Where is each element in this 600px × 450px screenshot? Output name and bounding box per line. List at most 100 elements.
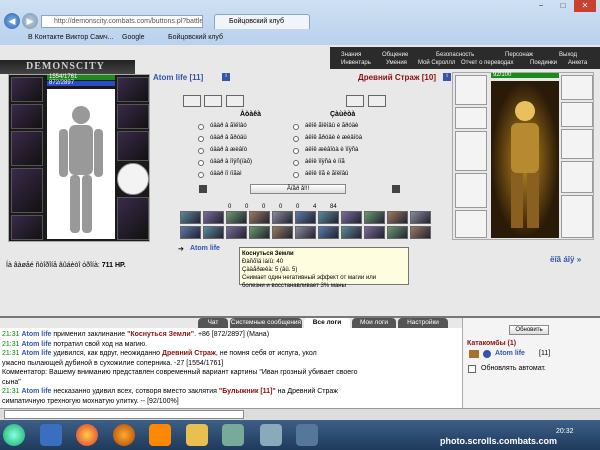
helmet-slot[interactable] (11, 77, 43, 102)
defense-radio-2[interactable] (293, 136, 299, 142)
tab-my-logs[interactable]: Мои логи (352, 318, 396, 328)
folder-icon[interactable] (186, 424, 208, 446)
menu-chat[interactable]: Общение (382, 52, 408, 58)
spell-slot-icon[interactable] (387, 226, 408, 239)
menu-transfers[interactable]: Отчет о переводах (461, 60, 514, 66)
enemy-gloves-slot[interactable] (561, 129, 593, 159)
menu-inventory[interactable]: Инвентарь (341, 60, 371, 66)
spell-slot-icon[interactable] (410, 226, 431, 239)
tab-system[interactable]: Системные сообщения (230, 318, 302, 328)
spell-slot-icon[interactable] (203, 226, 224, 239)
menu-battles[interactable]: Поединки (530, 60, 557, 66)
weapon-slot[interactable] (11, 131, 43, 166)
enemy-bracer-slot[interactable] (561, 102, 593, 127)
defense-radio-4[interactable] (293, 160, 299, 166)
attack-radio-legs[interactable] (198, 172, 204, 178)
attack-radio-chest[interactable] (198, 136, 204, 142)
enemy-boots-slot[interactable] (561, 195, 593, 238)
log-actor[interactable]: Atom life (21, 350, 51, 357)
window-icon[interactable] (296, 424, 318, 446)
defense-option-3[interactable]: áëîê æèâîòà è ïîÿñà (305, 147, 358, 153)
refresh-button[interactable]: Обновить (509, 325, 549, 335)
enemy-amulet-slot[interactable] (455, 107, 487, 129)
player-name[interactable]: Atom life [11] (153, 73, 203, 82)
ie-icon[interactable] (40, 424, 62, 446)
enemy-name[interactable]: Древний Страж [10] (358, 73, 436, 82)
spell-slot-icon[interactable] (295, 211, 316, 224)
enemy-info-icon[interactable]: i (443, 73, 451, 81)
app-icon[interactable] (260, 424, 282, 446)
spell-slot-icon[interactable] (272, 211, 293, 224)
boots-slot[interactable] (117, 197, 149, 240)
attack-option-head[interactable]: óäàð â ãîëîâó (210, 123, 247, 129)
chrome-icon[interactable] (76, 424, 98, 446)
attack-radio-groin[interactable] (198, 160, 204, 166)
stone-icon[interactable] (368, 95, 386, 107)
atom-link[interactable]: Atom life (190, 245, 220, 252)
forward-icon[interactable]: ▶ (22, 13, 38, 29)
member-name[interactable]: Atom life (495, 350, 525, 357)
menu-skills[interactable]: Умения (386, 60, 407, 66)
amulet-slot[interactable] (11, 104, 43, 129)
tab-all-logs[interactable]: Все логи (304, 318, 350, 328)
attack-option-belly[interactable]: óäàð â æèâîò (210, 147, 247, 153)
close-window-button[interactable]: ✕ (574, 0, 596, 12)
enemy-belt-slot[interactable] (455, 210, 487, 238)
spell-slot-icon[interactable] (226, 226, 247, 239)
spell-slot-icon[interactable] (387, 211, 408, 224)
spell-slot-icon[interactable] (249, 211, 270, 224)
log-actor[interactable]: Atom life (21, 331, 51, 338)
menu-profile[interactable]: Анкета (568, 60, 587, 66)
minimize-button[interactable]: − (530, 0, 552, 12)
armor-slot[interactable] (11, 168, 43, 213)
enemy-helmet-slot[interactable] (455, 75, 487, 105)
spell-slot-icon[interactable] (249, 226, 270, 239)
tab-active[interactable]: Бойцовский клуб (214, 14, 310, 29)
log-actor[interactable]: Atom life (21, 388, 51, 395)
defense-option-5[interactable]: áëîê íîã è ãîëîâû (305, 171, 348, 177)
spell-slot-icon[interactable] (410, 211, 431, 224)
menu-security[interactable]: Безопасность (436, 52, 474, 58)
attack-radio-belly[interactable] (198, 148, 204, 154)
bracer-slot[interactable] (117, 104, 149, 129)
menu-knowledge[interactable]: Знания (341, 52, 361, 58)
tab-chat[interactable]: Чат (198, 318, 228, 328)
defense-radio-3[interactable] (293, 148, 299, 154)
spell-slot-icon[interactable] (272, 226, 293, 239)
address-bar[interactable]: http://demonscity.combats.com/buttons.pl… (41, 15, 203, 28)
attack-option-legs[interactable]: óäàð ïî íîãàì (210, 171, 242, 177)
enemy-shield-slot[interactable] (561, 161, 593, 193)
spell-slot-icon[interactable] (318, 211, 339, 224)
left-toggle-icon[interactable] (199, 185, 207, 193)
bookmark-vk[interactable]: В Контакте Виктор Самч... (28, 34, 113, 41)
strike-icon[interactable] (204, 95, 222, 107)
earring-slot[interactable] (117, 77, 149, 102)
spell-slot-icon[interactable] (364, 211, 385, 224)
auto-refresh-checkbox[interactable] (468, 365, 476, 373)
spell-slot-icon[interactable] (180, 226, 201, 239)
menu-exit[interactable]: Выход (559, 52, 577, 58)
spell-slot-icon[interactable] (341, 226, 362, 239)
spell-slot-icon[interactable] (295, 226, 316, 239)
enemy-earring-slot[interactable] (561, 75, 593, 100)
defense-option-2[interactable]: áëîê ãðóäè è æèâîòà (305, 135, 362, 141)
tab-settings[interactable]: Настройки (398, 318, 448, 328)
media-icon[interactable] (222, 424, 244, 446)
bookmark-combats[interactable]: Бойцовский клуб (168, 34, 223, 41)
chat-input[interactable] (4, 410, 244, 419)
spell-slot-icon[interactable] (226, 211, 247, 224)
attack-option-groin[interactable]: óäàð â ïîÿñ(ïàõ) (210, 159, 252, 165)
defense-radio-1[interactable] (293, 124, 299, 130)
defense-option-1[interactable]: áëîê ãîëîâû è ãðóäè (305, 123, 358, 129)
right-toggle-icon[interactable] (392, 185, 400, 193)
player-info-icon[interactable]: i (222, 73, 230, 81)
defense-radio-5[interactable] (293, 172, 299, 178)
menu-scroll[interactable]: Мой Скроллл (418, 60, 455, 66)
belt-slot[interactable] (11, 215, 43, 240)
bookmark-google[interactable]: Google (122, 34, 145, 41)
attack-option-chest[interactable]: óäàð â ãðóäü (210, 135, 247, 141)
spell-slot-icon[interactable] (346, 95, 364, 107)
spell-slot-icon[interactable] (318, 226, 339, 239)
odnoklassniki-icon[interactable] (149, 424, 171, 446)
defense-option-4[interactable]: áëîê ïîÿñà è íîã (305, 159, 345, 165)
